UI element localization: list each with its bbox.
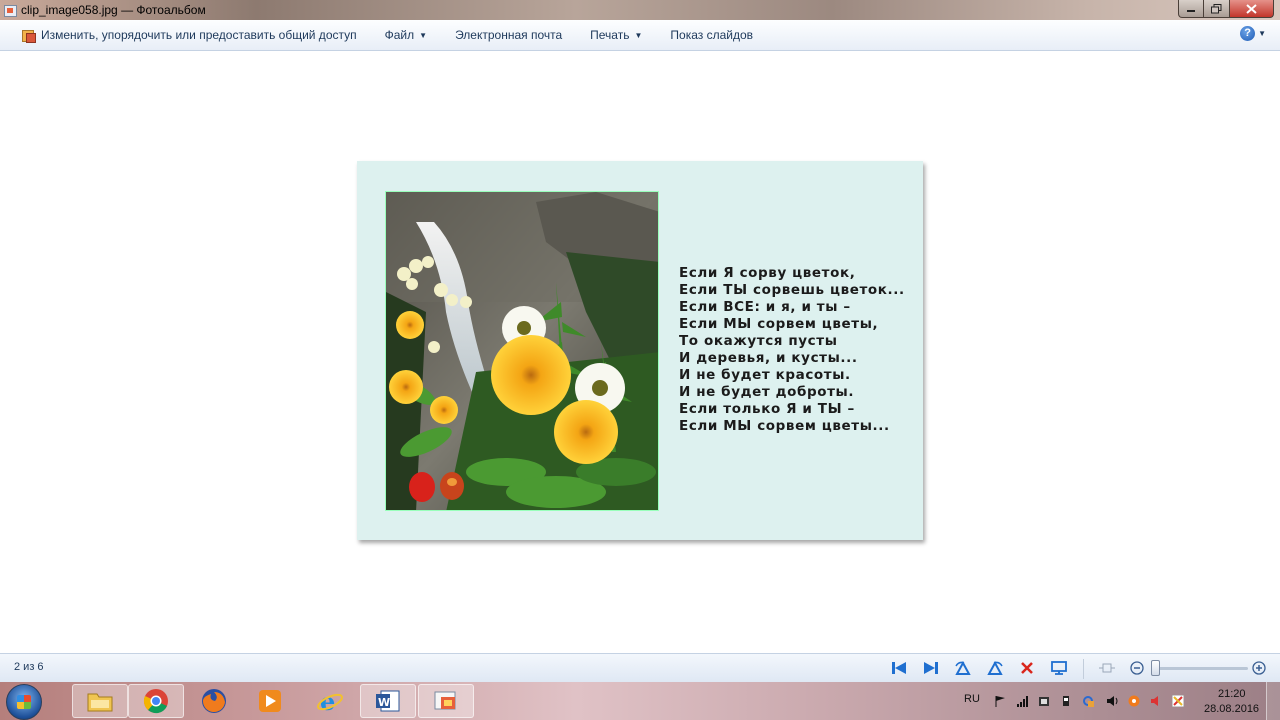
- restore-icon: [1211, 3, 1222, 13]
- rotate-clockwise-button[interactable]: [986, 659, 1004, 677]
- maximize-button[interactable]: [1204, 0, 1230, 18]
- close-button[interactable]: [1230, 0, 1274, 18]
- delete-button[interactable]: [1018, 659, 1036, 677]
- photo-gallery-window: clip_image058.jpg — Фотоальбом Изменить,…: [0, 0, 1280, 720]
- media-player-icon: [259, 690, 281, 712]
- edit-share-label: Изменить, упорядочить или предоставить о…: [41, 28, 357, 42]
- poem-line: Если ВСЕ: и я, и ты –: [679, 299, 851, 315]
- zoom-in-icon: [1252, 661, 1266, 675]
- rotate-left-icon: [955, 661, 971, 675]
- taskbar-word[interactable]: W: [360, 684, 416, 718]
- file-menu[interactable]: Файл ▼: [371, 20, 441, 50]
- slideshow-label: Показ слайдов: [670, 28, 754, 42]
- show-desktop-button[interactable]: [1266, 682, 1280, 720]
- print-menu-label: Печать: [590, 28, 630, 42]
- notification-alert-icon[interactable]: [1172, 695, 1184, 707]
- rotate-right-icon: [987, 661, 1003, 675]
- poem-line: И не будет доброты.: [679, 384, 855, 400]
- displayed-photo: Если Я сорву цветок, Если ТЫ сорвешь цве…: [357, 161, 923, 540]
- taskbar: e W RU 21:20 28.08.2016: [0, 682, 1280, 720]
- taskbar-file-explorer[interactable]: [72, 684, 128, 718]
- clock-date[interactable]: 28.08.2016: [1204, 703, 1259, 715]
- firefox-icon: [202, 689, 226, 713]
- volume-icon[interactable]: [1106, 695, 1118, 707]
- taskbar-media-player[interactable]: [242, 684, 298, 718]
- poem-line: Если МЫ сорвем цветы...: [679, 418, 890, 434]
- poem-line: То окажутся пусты: [679, 333, 838, 349]
- poem-line: И деревья, и кусты...: [679, 350, 858, 366]
- taskbar-chrome[interactable]: [128, 684, 184, 718]
- previous-icon: [892, 662, 906, 674]
- photo-gallery-icon: [434, 691, 456, 710]
- poem-line: Если только Я и ТЫ –: [679, 401, 855, 417]
- network-signal-icon[interactable]: [1016, 695, 1028, 707]
- zoom-in-button[interactable]: [1250, 659, 1268, 677]
- sync-tray-icon[interactable]: [1082, 695, 1094, 707]
- speaker-muted-icon[interactable]: [1150, 695, 1162, 707]
- folder-icon: [87, 693, 113, 712]
- poem-line: Если Я сорву цветок,: [679, 265, 856, 281]
- tray-app-icon[interactable]: [1038, 695, 1050, 707]
- next-button[interactable]: [922, 659, 940, 677]
- minimize-button[interactable]: [1178, 0, 1204, 18]
- word-icon: W: [376, 690, 400, 712]
- delete-icon: [1021, 662, 1033, 674]
- help-button[interactable]: ? ▼: [1240, 26, 1266, 41]
- poem-text: Если Я сорву цветок, Если ТЫ сорвешь цве…: [679, 265, 905, 435]
- poem-line: Если ТЫ сорвешь цветок...: [679, 282, 905, 298]
- print-menu[interactable]: Печать ▼: [576, 20, 656, 50]
- zoom-slider-track[interactable]: [1152, 667, 1248, 670]
- flowers-waterfall-picture: [385, 191, 659, 511]
- window-controls: [1178, 0, 1274, 18]
- close-icon: [1246, 3, 1257, 14]
- language-indicator[interactable]: RU: [964, 693, 980, 705]
- photo-counter: 2 из 6: [14, 661, 44, 673]
- zoom-out-icon: [1130, 661, 1144, 675]
- chrome-icon: [143, 689, 168, 714]
- internet-explorer-icon: e: [317, 688, 343, 714]
- email-label: Электронная почта: [455, 28, 563, 42]
- slideshow-play-button[interactable]: [1050, 659, 1068, 677]
- edit-icon: [22, 29, 36, 43]
- avast-tray-icon[interactable]: [1128, 695, 1140, 707]
- chevron-down-icon: ▼: [1258, 29, 1266, 38]
- navigation-bar: 2 из 6: [0, 653, 1280, 682]
- command-bar: Изменить, упорядочить или предоставить о…: [0, 20, 1280, 51]
- title-bar: clip_image058.jpg — Фотоальбом: [0, 0, 1280, 20]
- minimize-icon: [1187, 9, 1195, 12]
- taskbar-photo-gallery[interactable]: [418, 684, 474, 718]
- chevron-down-icon: ▼: [634, 30, 643, 40]
- photo-gallery-icon: [3, 3, 17, 17]
- edit-share-button[interactable]: Изменить, упорядочить или предоставить о…: [0, 20, 371, 50]
- actual-size-button[interactable]: [1098, 659, 1116, 677]
- poem-line: Если МЫ сорвем цветы,: [679, 316, 879, 332]
- action-center-flag-icon[interactable]: [994, 695, 1006, 707]
- toolbar-separator: [1083, 659, 1084, 679]
- taskbar-internet-explorer[interactable]: e: [302, 684, 358, 718]
- window-title: clip_image058.jpg — Фотоальбом: [21, 3, 206, 17]
- slideshow-icon: [1051, 661, 1067, 675]
- poem-line: И не будет красоты.: [679, 367, 851, 383]
- clock-time[interactable]: 21:20: [1218, 688, 1246, 700]
- usb-device-icon[interactable]: [1060, 695, 1072, 707]
- photo-viewer: Если Я сорву цветок, Если ТЫ сорвешь цве…: [0, 51, 1280, 653]
- chevron-down-icon: ▼: [419, 30, 428, 40]
- help-icon: ?: [1240, 26, 1256, 41]
- svg-text:W: W: [378, 696, 390, 709]
- zoom-out-button[interactable]: [1128, 659, 1146, 677]
- taskbar-firefox[interactable]: [186, 684, 242, 718]
- rotate-counterclockwise-button[interactable]: [954, 659, 972, 677]
- previous-button[interactable]: [890, 659, 908, 677]
- next-icon: [924, 662, 938, 674]
- email-button[interactable]: Электронная почта: [441, 20, 576, 50]
- slideshow-button[interactable]: Показ слайдов: [656, 20, 767, 50]
- zoom-slider-thumb[interactable]: [1150, 660, 1160, 676]
- actual-size-icon: [1099, 663, 1115, 673]
- file-menu-label: Файл: [384, 28, 415, 42]
- start-button[interactable]: [6, 684, 42, 720]
